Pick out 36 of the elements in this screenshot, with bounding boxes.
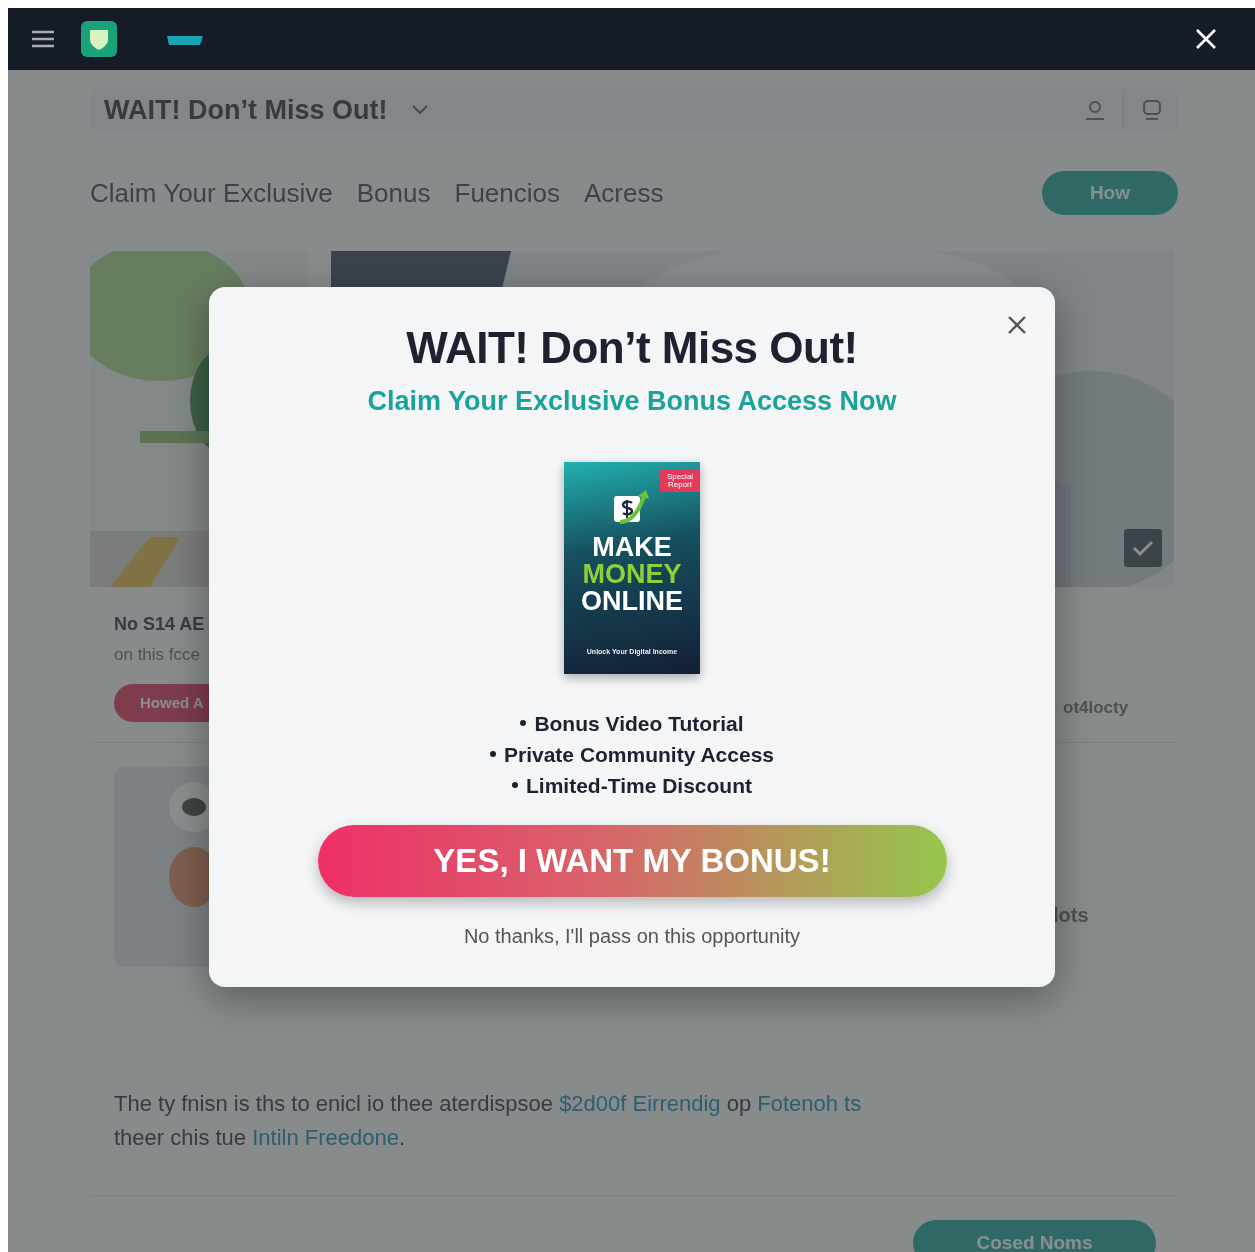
bullet-icon xyxy=(512,782,518,788)
app-logo-icon xyxy=(80,20,118,58)
nav-link[interactable]: Acress xyxy=(584,173,664,213)
bullet-icon xyxy=(490,751,496,757)
cover-badge: Special Report xyxy=(660,469,700,492)
card-text: on this fcce xyxy=(114,644,200,666)
nav-link[interactable]: Fuencios xyxy=(454,173,560,213)
text-link[interactable]: Intiln Freedone xyxy=(252,1125,399,1150)
menu-icon[interactable] xyxy=(30,29,56,49)
modal-title: WAIT! Don’t Miss Out! xyxy=(406,322,858,374)
chat-icon[interactable] xyxy=(1140,98,1164,122)
text-link[interactable]: $2d00f Eirrendig xyxy=(559,1091,721,1116)
bullet-text: Bonus Video Tutorial xyxy=(534,710,744,737)
close-icon[interactable] xyxy=(1007,315,1027,335)
card-text: ot4locty xyxy=(1063,696,1130,719)
money-growth-icon xyxy=(612,487,652,526)
bullet-text: Private Community Access xyxy=(504,741,774,768)
bullet-icon xyxy=(520,720,527,726)
how-button[interactable]: How xyxy=(1041,170,1178,216)
nav-link[interactable]: Claim Your Exclusive xyxy=(90,173,333,213)
chevron-icon[interactable] xyxy=(411,104,430,116)
nav-link[interactable]: Bonus xyxy=(356,173,431,213)
card-title: No S14 AE xyxy=(114,613,205,636)
modal-subtitle: Claim Your Exclusive Bonus Access Now xyxy=(367,385,897,418)
page-title: WAIT! Don’t Miss Out! xyxy=(104,93,388,127)
description-text: The ty fnisn is ths to enicl io thee aterdispsoe $2d00f Eirrendig op Fotenoh ts theer chis tue Intiln Freedone. xyxy=(113,1090,863,1152)
text-link[interactable]: Fotenoh ts xyxy=(757,1091,862,1116)
bonus-button[interactable]: YES, I WANT MY BONUS! xyxy=(317,824,947,897)
decline-link[interactable]: No thanks, I'll pass on this opportunity xyxy=(463,920,801,951)
cover-title: MAKE xyxy=(592,533,672,561)
bullet-text: Limited-Time Discount xyxy=(526,772,752,799)
user-icon[interactable] xyxy=(1083,98,1107,122)
checkbox-icon[interactable] xyxy=(1124,529,1162,567)
cover-title: ONLINE xyxy=(581,587,683,615)
cover-title: MONEY xyxy=(582,560,682,588)
footer-button[interactable]: Cosed Noms xyxy=(913,1220,1156,1252)
